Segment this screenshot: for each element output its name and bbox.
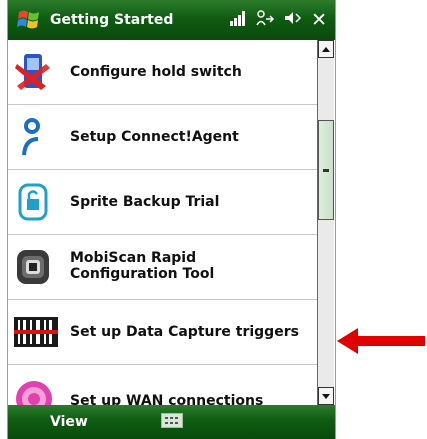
app-title: Getting Started [50, 12, 174, 28]
windows-start-icon[interactable] [14, 5, 44, 35]
list-item-configure-hold-switch[interactable]: Configure hold switch [8, 40, 317, 105]
softkey-bar: View [8, 405, 335, 439]
title-bar: Getting Started ✕ [8, 0, 335, 40]
list-item-mobiscan-rapid-configuration-tool[interactable]: MobiScan Rapid Configuration Tool [8, 235, 317, 300]
list-item-set-up-data-capture-triggers[interactable]: Set up Data Capture triggers [8, 300, 317, 365]
list-item-label: Sprite Backup Trial [70, 194, 220, 210]
backup-lock-icon [14, 182, 54, 222]
status-icons: ✕ [229, 10, 327, 30]
red-arrow-icon [337, 328, 425, 354]
close-icon[interactable]: ✕ [311, 10, 327, 30]
scroll-down-button[interactable] [318, 387, 334, 405]
scroll-grip-icon [323, 169, 329, 172]
list-item-label: Set up Data Capture triggers [70, 324, 299, 340]
connect-agent-icon [14, 117, 54, 157]
list-item-set-up-wan-connections[interactable]: Set up WAN connections [8, 365, 317, 405]
getting-started-list: Configure hold switch Setup Connect!Agen… [8, 40, 317, 405]
scroll-thumb[interactable] [318, 120, 334, 220]
volume-icon[interactable] [283, 10, 303, 30]
mobiscan-icon [14, 247, 54, 287]
list-item-label: MobiScan Rapid Configuration Tool [70, 250, 215, 282]
scroll-down-icon [322, 394, 330, 399]
scroll-up-icon [322, 47, 330, 52]
barcode-icon [14, 317, 58, 357]
keyboard-icon[interactable] [161, 413, 183, 428]
view-softkey[interactable]: View [50, 414, 88, 430]
vertical-scrollbar[interactable] [317, 40, 334, 405]
list-item-setup-connect-agent[interactable]: Setup Connect!Agent [8, 105, 317, 170]
list-item-label: Configure hold switch [70, 64, 242, 80]
scroll-up-button[interactable] [318, 40, 334, 58]
device-screen: Getting Started ✕ Configure hold switch … [7, 0, 336, 439]
list-item-label: Setup Connect!Agent [70, 129, 239, 145]
signal-strength-icon[interactable] [229, 10, 247, 30]
hold-switch-icon [14, 52, 54, 92]
wan-icon [14, 379, 54, 405]
list-item-sprite-backup-trial[interactable]: Sprite Backup Trial [8, 170, 317, 235]
list-item-label: Set up WAN connections [70, 393, 264, 405]
connectivity-icon[interactable] [255, 10, 275, 30]
